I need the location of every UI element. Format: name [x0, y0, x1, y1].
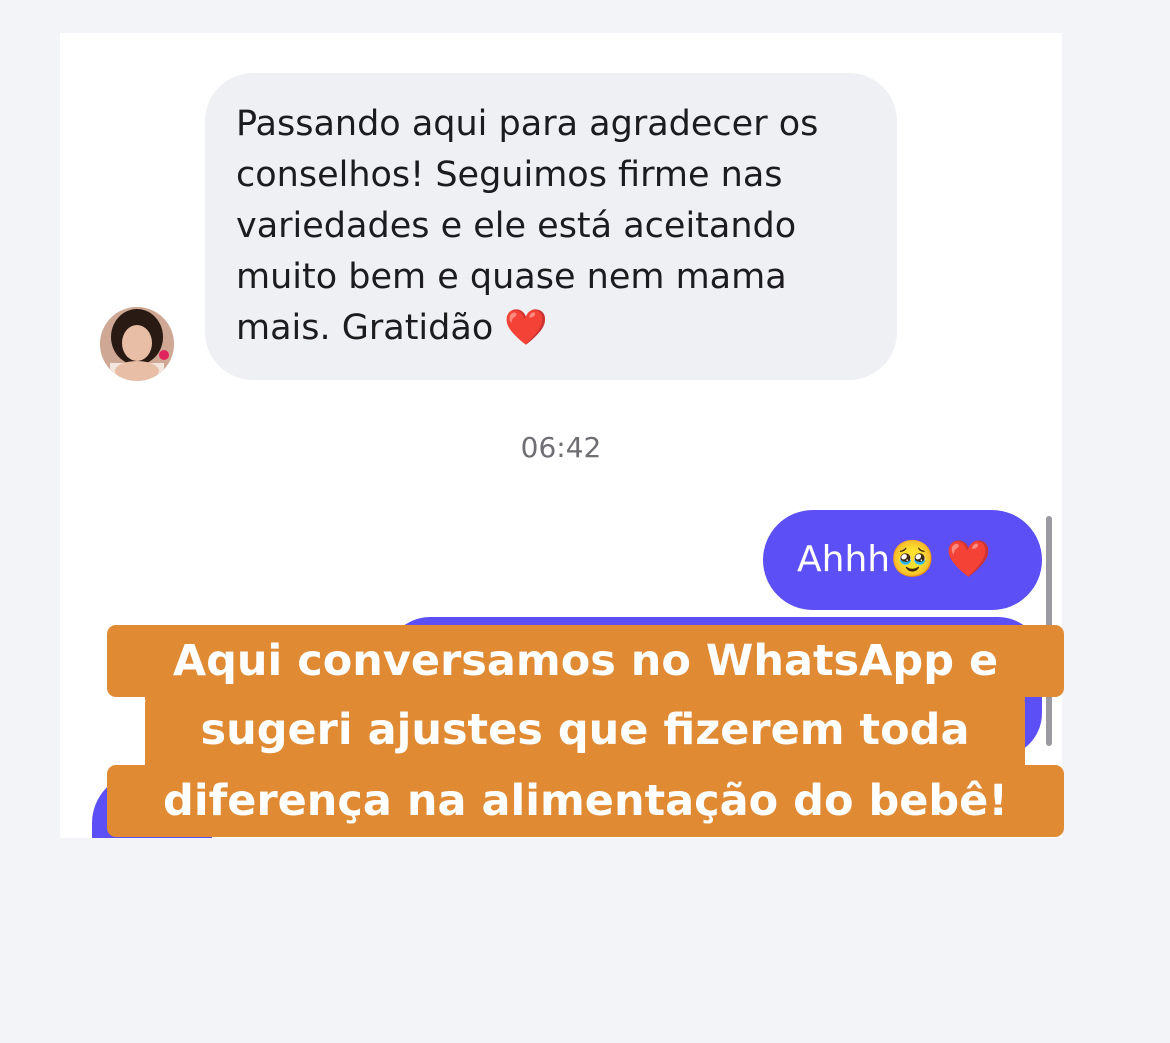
outgoing-message-bubble: Ahhh🥹 ❤️ [763, 510, 1042, 610]
message-timestamp: 06:42 [520, 431, 602, 464]
caption-line-3: diferença na alimentação do bebê! [107, 765, 1064, 837]
contact-avatar[interactable] [100, 307, 174, 381]
caption-line-1: Aqui conversamos no WhatsApp e [107, 625, 1064, 697]
avatar-photo [100, 307, 174, 381]
incoming-message-bubble: Passando aqui para agradecer os conselho… [205, 73, 897, 380]
caption-line-2: sugeri ajustes que fizerem toda [145, 694, 1025, 768]
